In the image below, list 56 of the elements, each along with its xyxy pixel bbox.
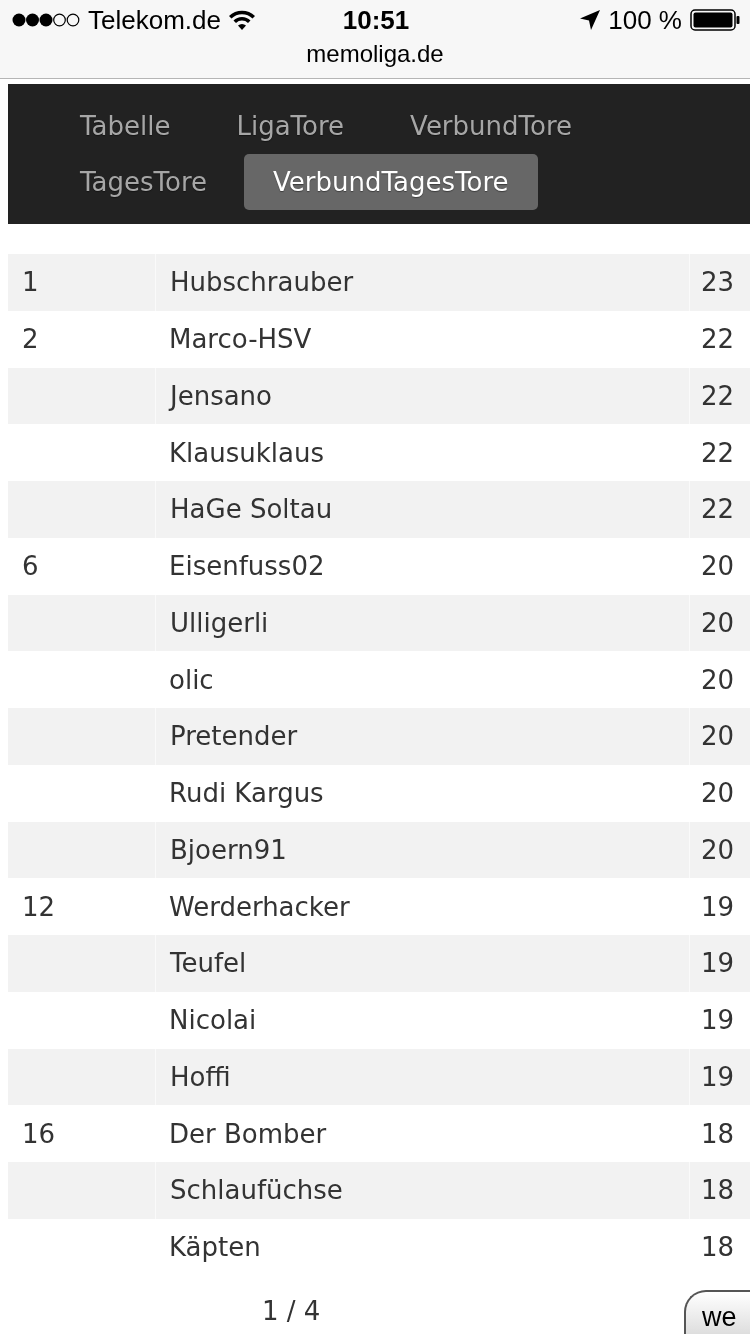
score-cell: 20 (689, 821, 750, 879)
score-cell-text: 19 (699, 890, 735, 924)
player-name-cell: Schlaufüchse (155, 1162, 689, 1219)
score-cell-text: 18 (699, 1231, 735, 1265)
player-name-cell: Hoffi (155, 1048, 689, 1106)
wifi-icon (228, 10, 255, 30)
score-cell: 20 (689, 708, 750, 765)
player-name-cell-text: Eisenfuss02 (168, 550, 326, 584)
battery-icon (690, 9, 740, 31)
url-text[interactable]: memoliga.de (306, 40, 444, 68)
player-name-cell-text: Marco-HSV (168, 323, 313, 357)
player-name-cell: Jensano (155, 367, 689, 425)
player-name-cell: HaGe Soltau (155, 481, 689, 538)
score-cell-text: 22 (699, 323, 735, 357)
nav-tab[interactable]: Tabelle (51, 98, 200, 154)
player-name-cell-text: Werderhacker (168, 890, 351, 924)
score-cell-text: 22 (699, 436, 735, 470)
signal-strength-icon (12, 13, 80, 27)
nav-tab[interactable]: VerbundTagesTore (244, 154, 538, 210)
score-cell-text: 18 (699, 1117, 735, 1151)
player-name-cell-text: Klausuklaus (168, 436, 325, 470)
player-name-cell-text: Käpten (168, 1231, 262, 1265)
player-name-cell: Bjoern91 (155, 821, 689, 879)
score-cell: 20 (689, 594, 750, 652)
score-cell-text: 20 (699, 550, 735, 584)
score-cell-text: 20 (699, 663, 735, 697)
location-arrow-icon (580, 10, 601, 30)
score-cell: 19 (689, 935, 750, 992)
score-cell-text: 20 (699, 777, 735, 811)
carrier-name: Telekom.de (88, 4, 221, 36)
rank-cell-text: 12 (21, 890, 57, 924)
rank-cell-text: 1 (21, 266, 40, 300)
nav-tab[interactable]: TagesTore (51, 154, 237, 210)
score-cell-text: 19 (699, 1004, 735, 1038)
battery-percentage: 100 % (608, 4, 682, 36)
rank-cell-text: 6 (21, 550, 40, 584)
player-name-cell: Teufel (155, 935, 689, 992)
rank-cell-text: 16 (21, 1117, 57, 1151)
player-name-cell-text: Rudi Kargus (168, 777, 325, 811)
score-cell: 19 (689, 1048, 750, 1106)
player-name-cell-text: olic (168, 663, 215, 697)
nav-tab[interactable]: VerbundTore (381, 98, 601, 154)
score-cell: 22 (689, 367, 750, 425)
score-cell: 18 (689, 1162, 750, 1219)
score-cell: 23 (689, 254, 750, 311)
player-name-cell: Hubschrauber (155, 254, 689, 311)
player-name-cell: Pretender (155, 708, 689, 765)
score-cell: 22 (689, 481, 750, 538)
player-name-cell: Ulligerli (155, 594, 689, 652)
rank-cell-text: 2 (21, 323, 40, 357)
player-name-cell-text: Nicolai (168, 1004, 258, 1038)
pagination-button[interactable]: we (684, 1289, 750, 1334)
nav-tab[interactable]: LigaTore (207, 98, 374, 154)
page-indicator: 1 / 4 (262, 1295, 321, 1326)
clock-time: 10:51 (342, 4, 410, 36)
player-name-cell-text: Der Bomber (168, 1117, 328, 1151)
